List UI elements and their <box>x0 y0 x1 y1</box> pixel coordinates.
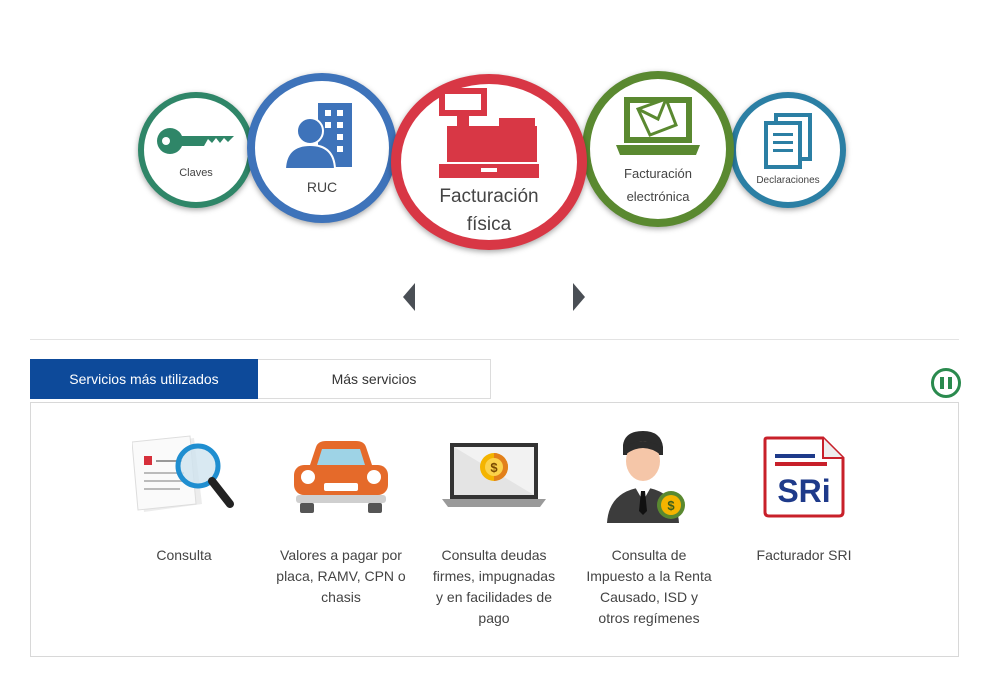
services-tabs: Servicios más utilizados Más servicios <box>30 359 491 399</box>
svg-text:$: $ <box>667 498 675 513</box>
carousel-item-facturacion-fisica[interactable]: Facturación física <box>391 74 587 250</box>
laptop-envelope-icon <box>616 97 700 156</box>
pause-icon <box>948 377 952 389</box>
service-facturador-sri[interactable]: SRi Facturador SRI <box>739 427 869 566</box>
service-consulta[interactable]: Consulta <box>119 427 249 566</box>
carousel-item-declaraciones[interactable]: Declaraciones <box>730 92 846 208</box>
carousel-label: RUC <box>306 178 338 195</box>
document-magnifier-icon <box>132 435 234 512</box>
carousel-label-line2: física <box>466 214 512 235</box>
pause-icon <box>940 377 944 389</box>
section-divider <box>30 339 959 340</box>
cash-register-icon <box>439 88 539 179</box>
sri-logo-text: SRi <box>777 473 830 509</box>
services-panel: Consulta Valores a pagar por placa, RAMV… <box>30 402 959 657</box>
car-icon <box>294 441 388 513</box>
carousel-item-facturacion-electronica[interactable]: Facturación electrónica <box>582 71 734 227</box>
carousel-item-claves[interactable]: Claves <box>138 92 254 208</box>
service-label: Consulta <box>156 547 212 563</box>
person-building-icon <box>283 102 352 169</box>
service-label: Facturador SRI <box>756 547 852 563</box>
tab-mas-servicios[interactable]: Más servicios <box>258 359 491 399</box>
service-label: Valores a pagar por placa, RAMV, CPN o c… <box>276 547 406 605</box>
service-consulta-deudas[interactable]: $ Consulta deudas firmes, impugnadas y e… <box>429 427 559 629</box>
service-valores-a-pagar[interactable]: Valores a pagar por placa, RAMV, CPN o c… <box>276 427 406 608</box>
carousel-next-arrow-icon[interactable] <box>573 283 585 311</box>
service-label: Consulta deudas firmes, impugnadas y en … <box>432 547 556 626</box>
pause-button[interactable] <box>931 368 961 398</box>
carousel-prev-arrow-icon[interactable] <box>403 283 415 311</box>
carousel-label-line1: Facturación <box>439 186 539 208</box>
businessman-coin-icon: $ <box>607 431 685 523</box>
carousel-item-ruc[interactable]: RUC <box>247 73 397 223</box>
services-carousel: Claves RUC Facturación física Facturació… <box>0 0 1001 320</box>
laptop-coin-icon: $ <box>442 443 546 507</box>
carousel-label-line1: Facturación <box>624 166 692 182</box>
carousel-label-line2: electrónica <box>626 189 690 204</box>
service-label: Consulta de Impuesto a la Renta Causado,… <box>586 547 712 626</box>
service-consulta-impuesto-renta[interactable]: $ Consulta de Impuesto a la Renta Causad… <box>584 427 714 629</box>
documents-icon <box>764 113 812 170</box>
carousel-label: Claves <box>179 166 213 179</box>
carousel-label: Declaraciones <box>756 175 820 187</box>
svg-text:$: $ <box>490 460 498 475</box>
tab-servicios-mas-utilizados[interactable]: Servicios más utilizados <box>30 359 258 399</box>
sri-logo-icon: SRi <box>763 436 845 518</box>
key-icon <box>157 127 234 154</box>
